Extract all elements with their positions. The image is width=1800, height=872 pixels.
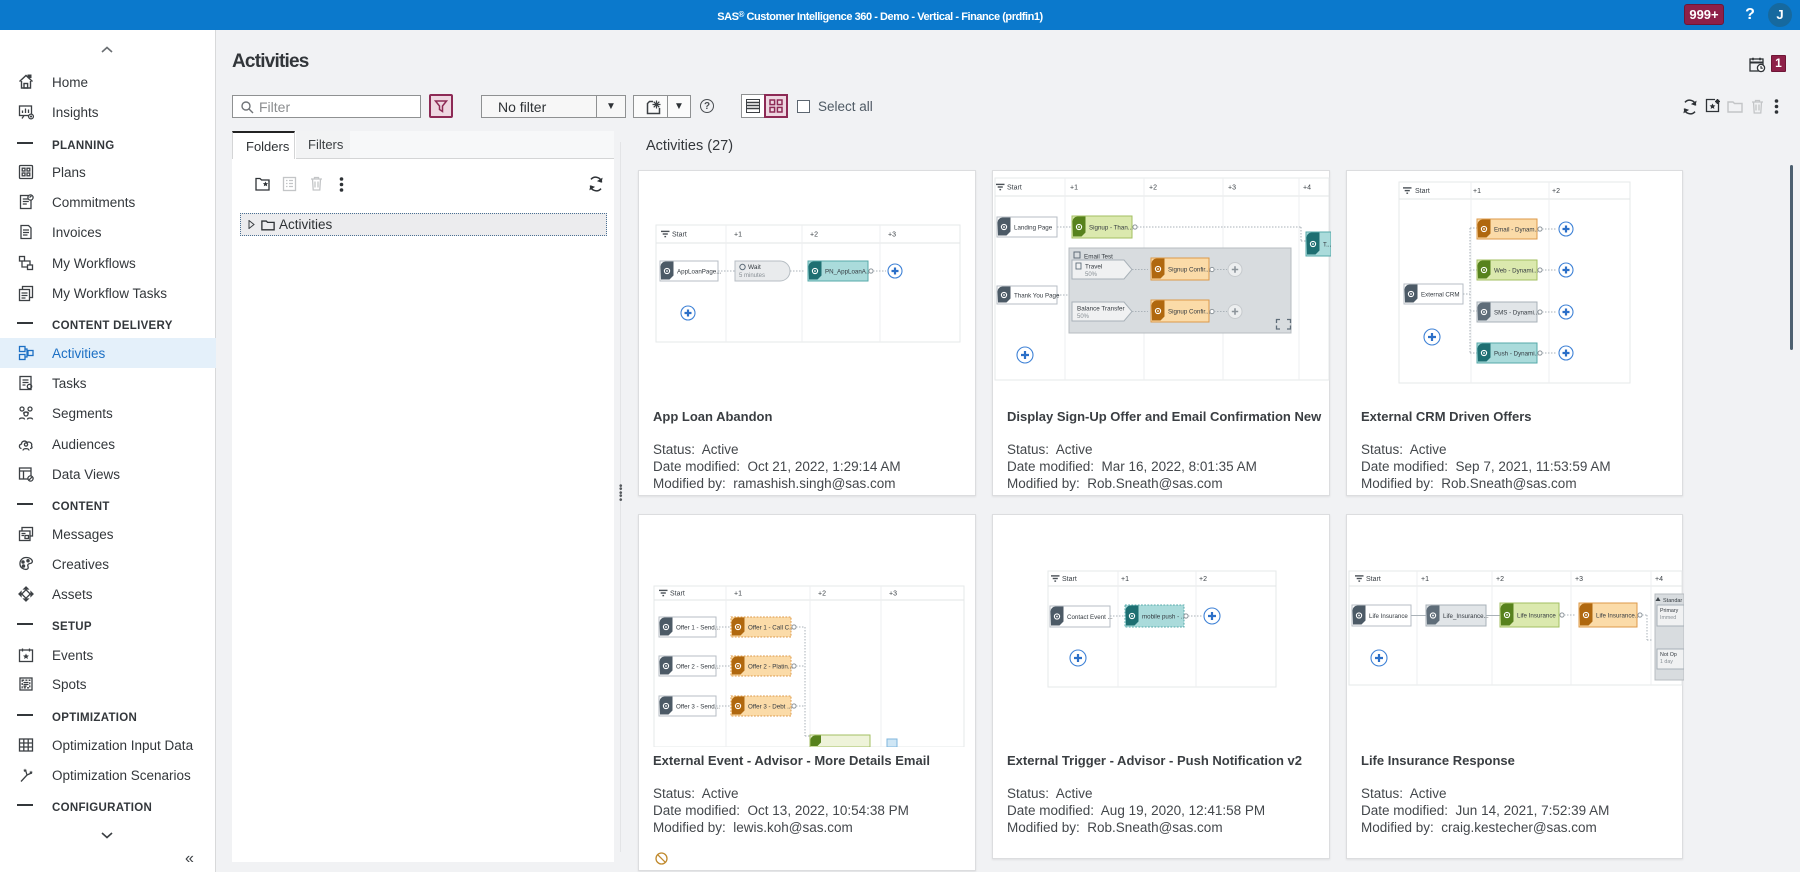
svg-text:Start: Start (672, 232, 687, 239)
svg-text:+4: +4 (1303, 185, 1311, 192)
svg-text:Offer 1 - Call C...: Offer 1 - Call C... (748, 624, 795, 631)
svg-text:Offer 3 - Send...: Offer 3 - Send... (676, 703, 720, 710)
svg-text:50%: 50% (1077, 314, 1090, 320)
svg-text:1 day: 1 day (1660, 659, 1673, 665)
svg-text:mobile push - ...: mobile push - ... (1142, 613, 1186, 620)
svg-text:Life Insurance...: Life Insurance... (1596, 612, 1640, 619)
svg-text:Travel: Travel (1085, 264, 1102, 271)
svg-text:PN_AppLoanA...: PN_AppLoanA... (825, 268, 871, 275)
svg-text:+1: +1 (1070, 185, 1078, 192)
svg-text:Landing Page: Landing Page (1014, 224, 1053, 231)
svg-text:+1: +1 (1421, 576, 1429, 583)
svg-text:Web - Dynami...: Web - Dynami... (1494, 267, 1539, 274)
svg-text:+2: +2 (1496, 576, 1504, 583)
svg-text:Start: Start (1366, 576, 1381, 583)
svg-text:Signup - Than...: Signup - Than... (1089, 224, 1133, 231)
svg-text:Wait: Wait (748, 264, 761, 271)
svg-text:5 minutes: 5 minutes (739, 273, 765, 279)
svg-text:+1: +1 (1473, 188, 1481, 195)
svg-text:Offer 2 - Platin...: Offer 2 - Platin... (748, 663, 793, 670)
svg-text:+1: +1 (734, 591, 742, 598)
svg-text:Contact Event ...: Contact Event ... (1067, 614, 1113, 621)
svg-text:+3: +3 (1575, 576, 1583, 583)
svg-text:Push - Dynami...: Push - Dynami... (1494, 350, 1540, 357)
svg-text:Start: Start (1062, 576, 1077, 583)
svg-text:Not Op: Not Op (1660, 652, 1677, 658)
svg-text:T...: T... (1323, 241, 1331, 248)
svg-text:+4: +4 (1655, 576, 1663, 583)
svg-text:+3: +3 (889, 591, 897, 598)
svg-text:Start: Start (1007, 185, 1022, 192)
svg-text:Thank You Page: Thank You Page (1014, 292, 1060, 299)
svg-text:Immed: Immed (1660, 615, 1676, 621)
svg-text:AppLoanPage...: AppLoanPage... (677, 268, 722, 275)
svg-text:+3: +3 (1228, 185, 1236, 192)
svg-text:Life Insurance: Life Insurance (1517, 612, 1556, 619)
svg-text:Signup Confir...: Signup Confir... (1168, 266, 1211, 273)
svg-text:+1: +1 (734, 232, 742, 239)
svg-text:SMS - Dynami...: SMS - Dynami... (1494, 309, 1539, 316)
svg-text:Email Test: Email Test (1084, 254, 1113, 261)
svg-text:50%: 50% (1085, 272, 1098, 278)
svg-text:+3: +3 (888, 232, 896, 239)
svg-text:+1: +1 (1121, 576, 1129, 583)
svg-text:Signup Confir...: Signup Confir... (1168, 308, 1211, 315)
svg-text:+2: +2 (1199, 576, 1207, 583)
svg-text:Start: Start (670, 591, 685, 598)
svg-text:Start: Start (1415, 188, 1430, 195)
svg-text:Primary: Primary (1660, 608, 1679, 614)
svg-text:Life_Insurance...: Life_Insurance... (1443, 613, 1489, 620)
svg-text:Email - Dynam...: Email - Dynam... (1494, 226, 1540, 233)
svg-text:Offer 1 - Send...: Offer 1 - Send... (676, 624, 720, 631)
svg-text:Life Insurance: Life Insurance (1369, 613, 1408, 620)
svg-text:External CRM: External CRM (1421, 291, 1460, 298)
svg-text:Offer 3 - Debt ...: Offer 3 - Debt ... (748, 703, 793, 710)
svg-text:+2: +2 (1149, 185, 1157, 192)
svg-text:+2: +2 (1552, 188, 1560, 195)
svg-text:Balance Transfer: Balance Transfer (1077, 306, 1125, 313)
svg-text:+2: +2 (810, 232, 818, 239)
svg-text:Standar: Standar (1663, 598, 1682, 604)
svg-text:Offer 2 - Send...: Offer 2 - Send... (676, 663, 720, 670)
svg-text:+2: +2 (818, 591, 826, 598)
